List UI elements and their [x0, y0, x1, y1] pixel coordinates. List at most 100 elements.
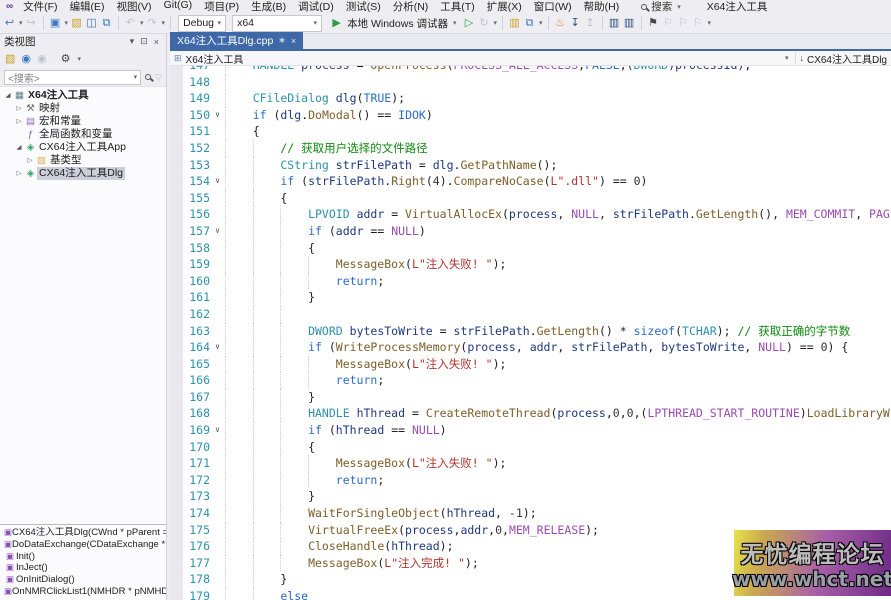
member-item[interactable]: ▣OnNMRClickList1(NMHDR * pNMHD — [0, 586, 166, 598]
close-icon[interactable]: × — [291, 36, 296, 46]
code-line[interactable]: 172return; — [170, 472, 891, 489]
hot-reload-icon[interactable]: ♨ — [554, 14, 567, 32]
code-line[interactable]: 151{ — [170, 123, 891, 140]
tree-item[interactable]: ▷⚒映射 — [0, 102, 166, 115]
member-dropdown[interactable]: CX64注入工具Dlg — [807, 51, 887, 66]
navigate-back-icon[interactable]: ↩ — [3, 14, 16, 32]
redo-icon[interactable]: ↷ — [146, 14, 159, 32]
redo-dropdown-icon[interactable]: ▾ — [162, 19, 166, 27]
pin-icon[interactable]: ⊡ — [137, 36, 151, 47]
code-editor[interactable]: 147HANDLE process = OpenProcess(PROCESS_… — [170, 66, 891, 600]
code-line[interactable]: 156LPVOID addr = VirtualAllocEx(process,… — [170, 206, 891, 223]
step-out-icon[interactable]: ↥ — [584, 14, 597, 32]
tree-item[interactable]: ◢◈CX64注入工具App — [0, 141, 166, 154]
profiler-icon[interactable]: ▥ — [623, 14, 636, 32]
code-line[interactable]: 157∨if (addr == NULL) — [170, 223, 891, 240]
code-line[interactable]: 150∨if (dlg.DoModal() == IDOK) — [170, 107, 891, 124]
search-box[interactable]: 搜索 ▾ — [641, 0, 681, 14]
refresh-icon[interactable]: ↻ — [478, 14, 491, 32]
new-file-dropdown-icon[interactable]: ▾ — [65, 19, 69, 27]
fold-marker-icon[interactable]: ∨ — [210, 223, 225, 240]
expanded-arrow-icon[interactable]: ◢ — [14, 141, 24, 154]
code-line[interactable]: 163DWORD bytesToWrite = strFilePath.GetL… — [170, 323, 891, 340]
back-dropdown-icon[interactable]: ▾ — [19, 19, 23, 27]
collapsed-arrow-icon[interactable]: ▷ — [14, 167, 24, 180]
expanded-arrow-icon[interactable]: ◢ — [3, 89, 13, 102]
class-view-search-input[interactable]: <搜索> ▾ — [4, 70, 141, 85]
platform-select[interactable]: x64 ▾ — [232, 15, 322, 32]
settings-dropdown-icon[interactable]: ▾ — [78, 55, 82, 63]
code-line[interactable]: 170{ — [170, 439, 891, 456]
code-line[interactable]: 167} — [170, 389, 891, 406]
code-line[interactable]: 154∨if (strFilePath.Right(4).CompareNoCa… — [170, 173, 891, 190]
new-folder-icon[interactable]: ▧ — [5, 52, 15, 65]
start-without-debugging-icon[interactable]: ▷ — [463, 14, 476, 32]
open-file-icon[interactable]: ▨ — [70, 14, 83, 32]
start-debugging-button[interactable]: ▶ 本地 Windows 调试器 ▾ — [326, 14, 460, 32]
save-all-icon[interactable]: ⧉ — [100, 14, 113, 32]
save-icon[interactable]: ◫ — [85, 14, 98, 32]
undo-icon[interactable]: ↶ — [124, 14, 137, 32]
collapsed-arrow-icon[interactable]: ▷ — [14, 102, 24, 115]
new-file-icon[interactable]: ▣ — [49, 14, 62, 32]
navigate-forward-icon[interactable]: ↪ — [25, 14, 38, 32]
undo-dropdown-icon[interactable]: ▾ — [140, 19, 144, 27]
filter-icon[interactable]: ▽ — [155, 72, 162, 83]
close-icon[interactable]: × — [151, 37, 162, 47]
menu-item[interactable]: 视图(V) — [111, 0, 158, 14]
menu-item[interactable]: 扩展(X) — [481, 0, 528, 14]
code-line[interactable]: 171MessageBox(L"注入失败! "); — [170, 455, 891, 472]
bookmark-dropdown-icon[interactable]: ▾ — [708, 19, 712, 27]
tab-x64-dlg-cpp[interactable]: X64注入工具Dlg.cpp ∗ × — [170, 32, 303, 49]
menu-item[interactable]: 测试(S) — [340, 0, 387, 14]
configuration-select[interactable]: Debug ▾ — [178, 15, 226, 32]
attach-process-icon[interactable]: ▥ — [608, 14, 621, 32]
code-line[interactable]: 160return; — [170, 273, 891, 290]
tree-item[interactable]: ƒ全局函数和变量 — [0, 128, 166, 141]
member-item[interactable]: ▣OnInitDialog() — [0, 574, 166, 586]
class-view-back-icon[interactable]: ◉ — [21, 52, 31, 65]
menu-item[interactable]: 调试(D) — [292, 0, 340, 14]
fold-marker-icon[interactable]: ∨ — [210, 339, 225, 356]
code-line[interactable]: 169∨if (hThread == NULL) — [170, 422, 891, 439]
step-into-icon[interactable]: ↧ — [569, 14, 582, 32]
fold-marker-icon[interactable]: ∨ — [210, 173, 225, 190]
code-line[interactable]: 155{ — [170, 190, 891, 207]
tree-item[interactable]: ▷▨基类型 — [0, 154, 166, 167]
menu-item[interactable]: 编辑(E) — [64, 0, 111, 14]
collapsed-arrow-icon[interactable]: ▷ — [14, 115, 24, 128]
menu-item[interactable]: 文件(F) — [17, 0, 63, 14]
prev-bookmark-icon[interactable]: ⚐ — [662, 14, 675, 32]
menu-item[interactable]: 帮助(H) — [578, 0, 626, 14]
code-line[interactable]: 173} — [170, 488, 891, 505]
bookmark-icon[interactable]: ⚑ — [647, 14, 660, 32]
menu-item[interactable]: 生成(B) — [245, 0, 292, 14]
fold-marker-icon[interactable]: ∨ — [210, 422, 225, 439]
refresh-dropdown-icon[interactable]: ▾ — [494, 19, 498, 27]
window-layout-dropdown-icon[interactable]: ▾ — [539, 19, 543, 27]
code-line[interactable]: 164∨if (WriteProcessMemory(process, addr… — [170, 339, 891, 356]
code-line[interactable]: 162 — [170, 306, 891, 323]
code-line[interactable]: 174WaitForSingleObject(hThread, -1); — [170, 505, 891, 522]
member-item[interactable]: ▣DoDataExchange(CDataExchange * pD — [0, 539, 166, 551]
clear-bookmarks-icon[interactable]: ⚐ — [692, 14, 705, 32]
scope-dropdown-icon[interactable]: ▾ — [781, 54, 793, 62]
class-view-forward-icon[interactable]: ◉ — [37, 52, 47, 65]
panel-menu-icon[interactable]: ▾ — [127, 36, 138, 47]
settings-gear-icon[interactable]: ⚙ — [61, 52, 71, 65]
code-line[interactable]: 161} — [170, 289, 891, 306]
code-line[interactable]: 165MessageBox(L"注入失败! "); — [170, 356, 891, 373]
code-line[interactable]: 149CFileDialog dlg(TRUE); — [170, 90, 891, 107]
code-line[interactable]: 166return; — [170, 372, 891, 389]
menu-item[interactable]: 工具(T) — [434, 0, 480, 14]
menu-item[interactable]: 分析(N) — [387, 0, 435, 14]
code-line[interactable]: 152// 获取用户选择的文件路径 — [170, 140, 891, 157]
fold-marker-icon[interactable]: ∨ — [210, 107, 225, 124]
search-icon[interactable] — [145, 74, 151, 80]
code-line[interactable]: 147HANDLE process = OpenProcess(PROCESS_… — [170, 66, 891, 74]
tree-item[interactable]: ◢▦X64注入工具 — [0, 89, 166, 102]
tree-item[interactable]: ▷◈CX64注入工具Dlg — [0, 167, 166, 180]
window-layout-icon[interactable]: ⧉ — [523, 14, 536, 32]
code-line[interactable]: 159MessageBox(L"注入失败! "); — [170, 256, 891, 273]
menu-item[interactable]: 项目(P) — [198, 0, 245, 14]
